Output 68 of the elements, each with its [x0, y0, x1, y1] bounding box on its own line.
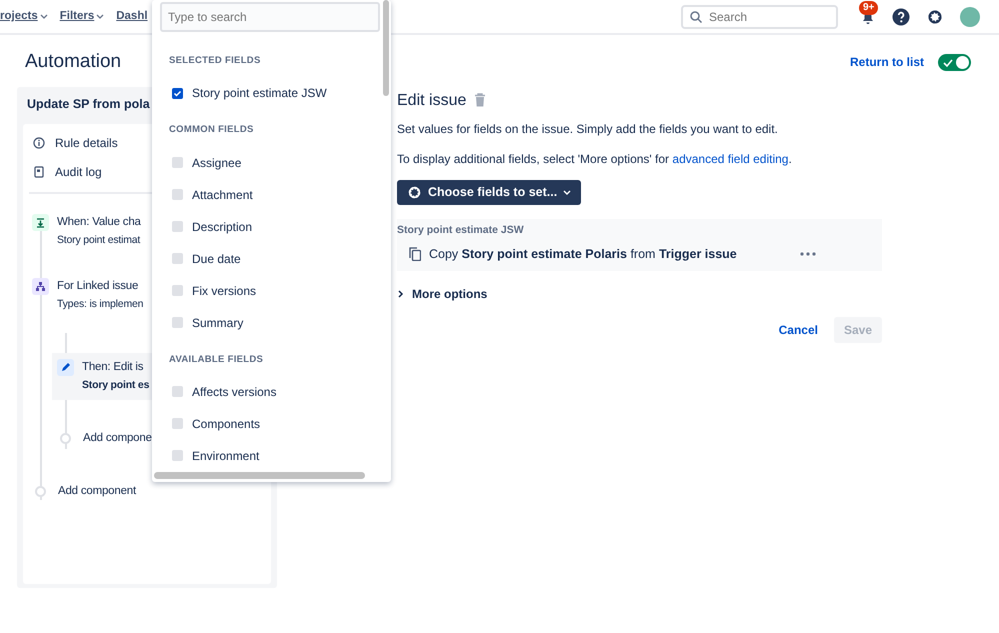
trash-icon — [474, 93, 486, 108]
avatar[interactable] — [960, 6, 980, 26]
cancel-button[interactable]: Cancel — [770, 317, 826, 344]
info-icon — [33, 136, 45, 149]
branch-icon — [32, 278, 49, 296]
section-heading: SELECTED FIELDS — [169, 54, 262, 68]
field-option[interactable]: Due date — [152, 242, 391, 274]
checkbox[interactable] — [172, 221, 183, 232]
rule-title: Update SP from pola — [27, 96, 151, 113]
settings-icon — [926, 8, 944, 26]
checkbox[interactable] — [172, 450, 183, 462]
scrollbar[interactable] — [154, 472, 365, 479]
more-options-toggle[interactable]: More options — [397, 285, 488, 304]
nav-menu-item[interactable]: rojects — [0, 8, 48, 26]
field-option[interactable]: Assignee — [152, 146, 391, 178]
field-label: Story point estimate JSW — [397, 222, 525, 238]
pencil-icon — [57, 359, 74, 376]
search-icon — [690, 10, 702, 22]
field-option[interactable]: Fix versions — [152, 274, 391, 306]
step-summary: Story point es — [82, 378, 150, 394]
step-title: When: Value cha — [57, 214, 141, 230]
checkbox[interactable] — [172, 189, 183, 200]
rule-nav-link[interactable]: Audit log — [55, 162, 102, 181]
gear-icon — [407, 184, 422, 200]
more-icon — [800, 252, 816, 256]
chevron-icon — [397, 290, 404, 298]
search-field[interactable]: Type to search — [160, 2, 380, 32]
field-option[interactable]: Attachment — [152, 178, 391, 210]
step-title: Add component — [58, 484, 136, 499]
advanced-field-editing-link[interactable]: advanced field editing — [672, 152, 788, 166]
field-value: Copy Story point estimate Polaris from Trigger issue — [429, 246, 737, 263]
page-title: Automation — [25, 51, 122, 74]
nav-menu-item[interactable]: Filters — [60, 8, 104, 26]
checkbox[interactable] — [172, 88, 183, 99]
checkbox[interactable] — [172, 418, 183, 430]
hint-text: To display additional fields, select 'More options' for advanced field editing. — [397, 150, 793, 168]
checkbox[interactable] — [172, 285, 183, 296]
copy-icon — [409, 247, 421, 262]
section-heading: COMMON FIELDS — [169, 123, 255, 138]
rule-toggle[interactable] — [938, 54, 971, 71]
checkbox[interactable] — [172, 253, 183, 264]
return-to-list-link[interactable]: Return to list — [850, 53, 924, 72]
field-option[interactable]: Description — [152, 210, 391, 242]
step-summary: Story point estimat — [57, 232, 141, 248]
field-option[interactable]: Summary — [152, 306, 391, 338]
section-heading: AVAILABLE FIELDS — [169, 352, 264, 366]
rule-nav-link[interactable]: Rule details — [55, 134, 118, 152]
add-component-step[interactable]: Add component — [35, 482, 271, 500]
document-icon — [33, 166, 45, 178]
description-text: Set values for fields on the issue. Simply add the fields you want to edit. — [397, 120, 779, 138]
step-summary: Types: is implemen — [57, 297, 144, 312]
choose-fields-button[interactable]: Choose fields to set... — [397, 180, 582, 205]
checkbox[interactable] — [172, 317, 183, 328]
field-option[interactable]: Story point estimate JSW — [152, 77, 391, 110]
panel-title: Edit issue — [397, 90, 466, 110]
help-icon — [892, 8, 910, 26]
caret-icon — [563, 188, 572, 196]
check-icon — [943, 58, 953, 68]
trigger-icon — [32, 214, 49, 231]
step-title: Add compone — [83, 430, 152, 446]
nav-menu-item[interactable]: Dashl — [116, 8, 148, 26]
scrollbar[interactable] — [383, 0, 389, 96]
checkbox[interactable] — [172, 386, 183, 398]
step-title: For Linked issue — [57, 279, 140, 294]
search-field[interactable]: Search — [681, 4, 838, 28]
notification-count: 9+ — [859, 0, 878, 14]
step-title: Then: Edit is — [82, 360, 144, 376]
checkbox[interactable] — [172, 157, 183, 168]
